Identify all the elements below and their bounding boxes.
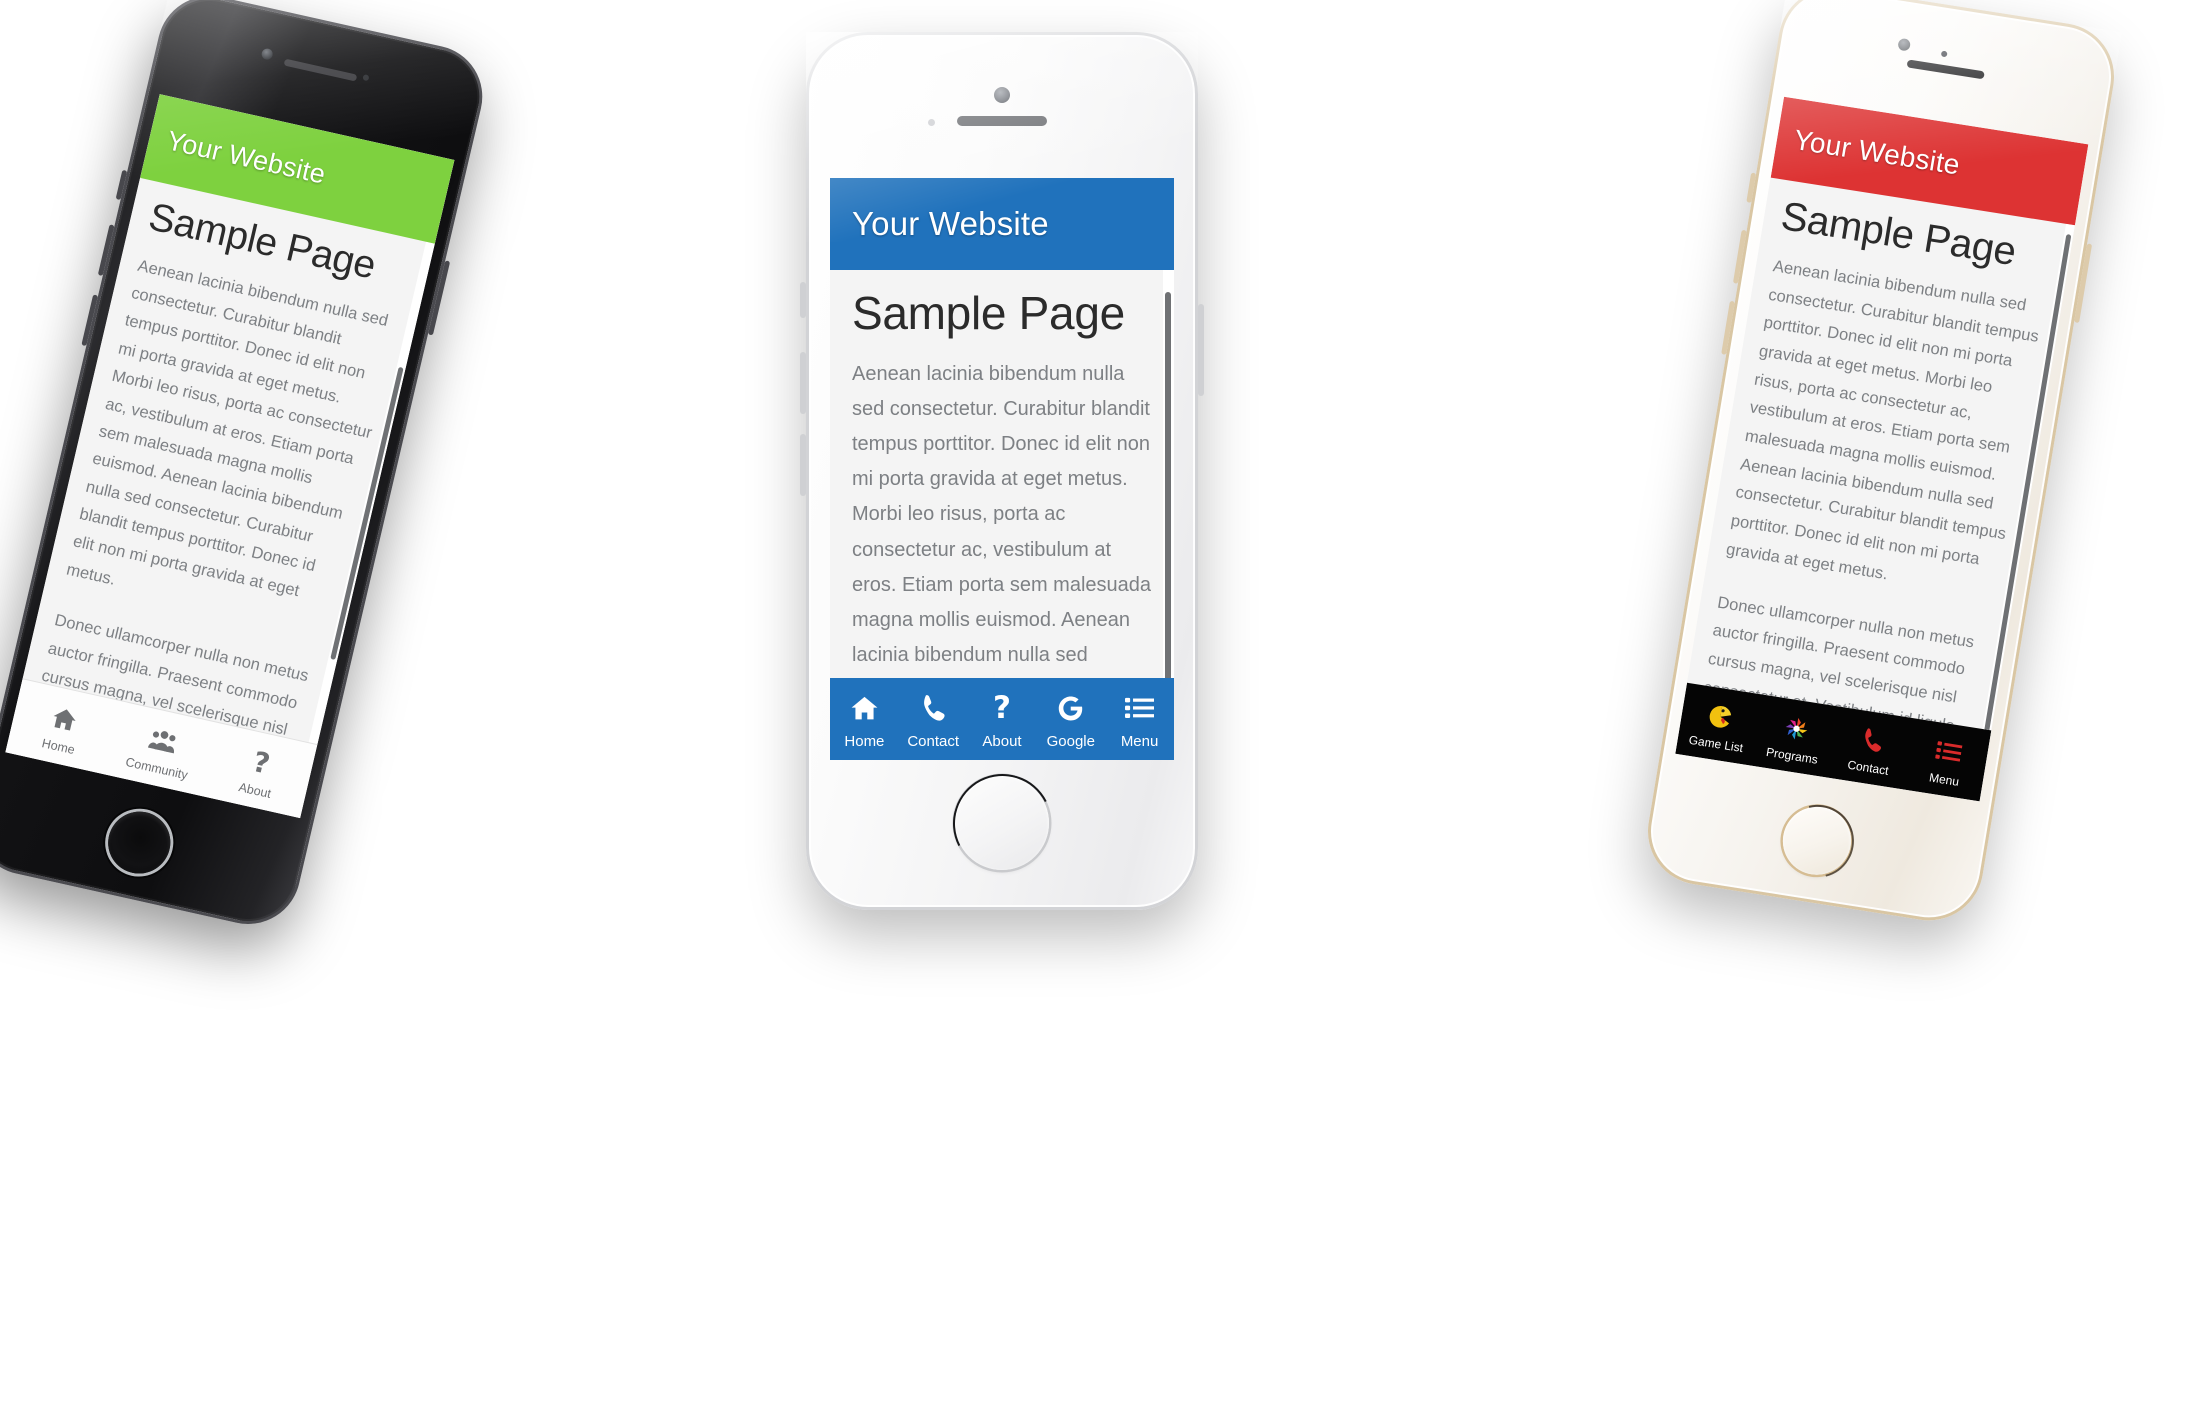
nav-item-community-left[interactable]: Community [106,716,216,786]
nav-item-menu-right[interactable]: Menu [1905,732,1989,791]
page-title-center: Sample Page [852,287,1125,339]
webpage-center: Your Website Sample Page Aenean lacinia … [830,178,1174,760]
site-title-center: Your Website [852,205,1049,242]
volume-up-button-center[interactable] [800,282,806,318]
nav-item-home-center[interactable]: Home [830,692,899,749]
page-content-center: Sample Page Aenean lacinia bibendum null… [830,270,1174,678]
front-camera-icon-center [994,87,1010,103]
phone-device-left: Your Website Sample Page Aenean lacinia … [0,0,493,935]
volume-down-button-center[interactable] [800,352,806,414]
phone-device-right: Your Website Sample Page Aenean lacinia … [1639,0,2123,929]
phone-icon [1859,724,1887,757]
scrollbar-thumb-center[interactable] [1165,292,1171,678]
nav-label-programs-right: Programs [1765,744,1819,767]
pacman-icon [1706,700,1736,733]
nav-label-contact-center: Contact [907,732,960,750]
mute-switch-center[interactable] [800,434,806,496]
paragraph-1-right: Aenean lacinia bibendum nulla sed consec… [1724,256,2041,584]
nav-label-community-left: Community [124,754,190,783]
home-icon [850,692,879,726]
power-button-center[interactable] [1198,304,1204,396]
page-content-left: Sample Page Aenean lacinia bibendum null… [23,178,435,745]
nav-item-contact-right[interactable]: Contact [1829,720,1913,779]
bottom-navbar-center: Home Contact ? About Google Menu [830,678,1174,760]
nav-item-menu-center[interactable]: Menu [1105,692,1174,749]
question-mark-icon: ? [249,744,274,781]
phone-screen-center: Your Website Sample Page Aenean lacinia … [830,178,1174,760]
pinwheel-icon [1782,712,1812,745]
list-menu-icon [1934,736,1964,769]
nav-item-home-left[interactable]: Home [8,694,118,764]
earpiece-speaker-center [957,116,1047,126]
phone-icon [920,692,947,726]
nav-label-menu-center: Menu [1120,732,1159,750]
nav-item-programs-right[interactable]: Programs [1753,708,1837,767]
site-header-center: Your Website [830,178,1174,270]
nav-label-about-center: About [982,732,1022,750]
nav-label-about-left: About [237,779,273,801]
community-icon [146,723,180,758]
nav-item-contact-center[interactable]: Contact [899,692,968,749]
question-mark-icon: ? [993,690,1011,726]
nav-label-game-list-right: Game List [1687,732,1745,755]
phone-screen-right: Your Website Sample Page Aenean lacinia … [1675,96,2089,802]
home-button-center[interactable] [955,776,1049,870]
nav-item-about-center[interactable]: ? About [968,692,1037,749]
webpage-right: Your Website Sample Page Aenean lacinia … [1675,96,2089,802]
list-menu-icon [1125,692,1155,726]
home-icon [49,702,81,737]
site-title-left: Your Website [164,124,329,190]
nav-label-home-center: Home [844,732,885,750]
site-title-right: Your Website [1791,124,1963,181]
proximity-sensor-center [928,119,935,126]
phone-device-center: Your Website Sample Page Aenean lacinia … [800,32,1204,910]
nav-label-contact-right: Contact [1846,757,1890,778]
nav-item-about-left[interactable]: ? About [204,738,314,808]
nav-label-home-left: Home [40,735,77,757]
nav-item-game-list-right[interactable]: Game List [1677,696,1761,755]
google-g-icon [1056,692,1085,726]
nav-label-google-center: Google [1046,732,1095,750]
nav-item-google-center[interactable]: Google [1036,692,1105,749]
phone-mockup-stage: Your Website Sample Page Aenean lacinia … [0,0,2194,1402]
paragraph-1-center: Aenean lacinia bibendum nulla sed consec… [852,362,1152,667]
nav-label-menu-right: Menu [1928,769,1961,789]
